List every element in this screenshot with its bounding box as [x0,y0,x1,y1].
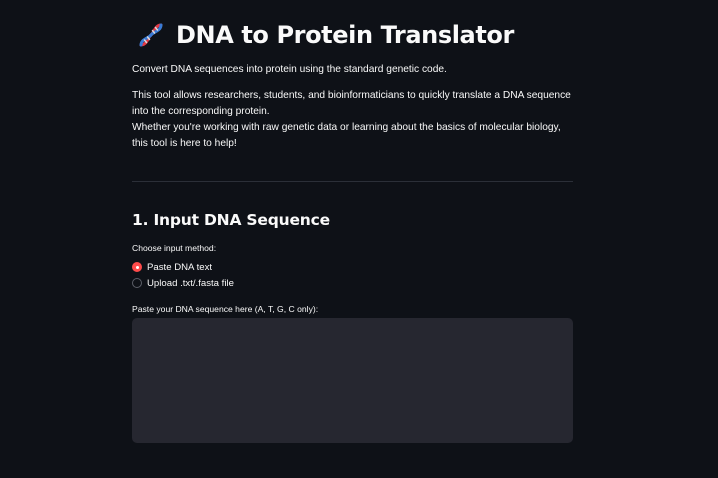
section-divider [132,181,573,182]
page-header: DNA to Protein Translator [136,18,514,52]
radio-label-upload: Upload .txt/.fasta file [147,277,234,289]
radio-option-upload[interactable]: Upload .txt/.fasta file [132,276,234,290]
dna-sequence-textarea[interactable] [132,318,573,443]
subtitle-text: Convert DNA sequences into protein using… [132,64,447,75]
radio-button-checked[interactable] [132,262,142,272]
radio-option-paste[interactable]: Paste DNA text [132,260,212,274]
section-heading-input: 1. Input DNA Sequence [132,211,330,229]
textarea-label: Paste your DNA sequence here (A, T, G, C… [132,304,319,314]
input-method-label: Choose input method: [132,243,217,253]
page-title: DNA to Protein Translator [176,21,514,49]
dna-icon [139,23,163,47]
description-text-2: Whether you're working with raw genetic … [132,122,561,149]
radio-label-paste: Paste DNA text [147,261,213,273]
radio-button-unchecked[interactable] [132,278,142,288]
description-text-1: This tool allows researchers, students, … [132,90,571,117]
